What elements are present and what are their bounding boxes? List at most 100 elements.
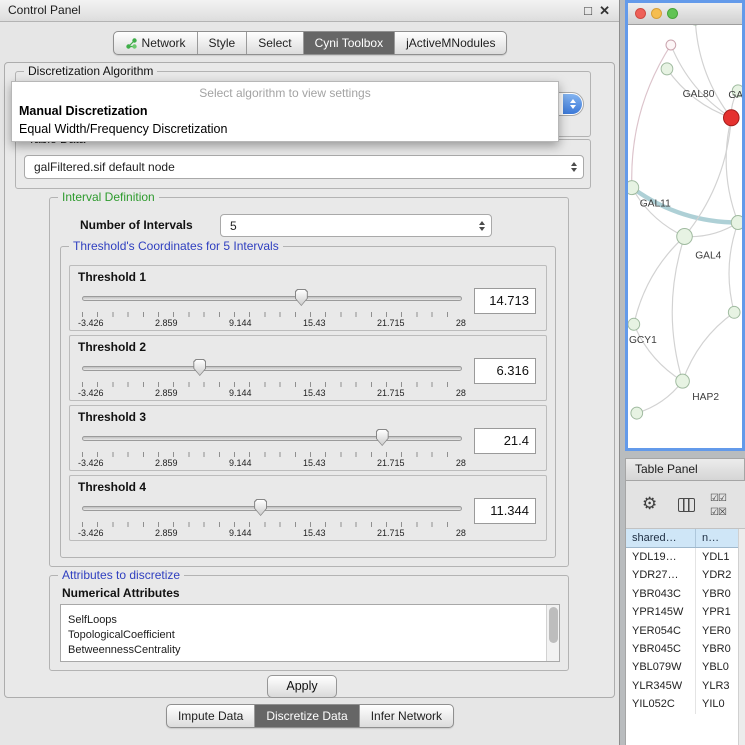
tick-label: 2.859 [155, 528, 178, 538]
threshold-4-slider[interactable]: -3.4262.8599.14415.4321.71528 [82, 498, 462, 540]
tab-style[interactable]: Style [197, 32, 247, 54]
network-canvas[interactable]: GAL80GAGAL11GAL4GCY1HAP2 [628, 25, 742, 448]
slider-thumb[interactable] [193, 359, 206, 376]
table-cell[interactable]: YBR043C [626, 585, 696, 603]
cyni-toolbox-panel: Discretization Algorithm Select algorith… [4, 62, 615, 698]
table-row[interactable]: YBR045CYBR0 [626, 640, 745, 658]
table-row[interactable]: YBR043CYBR0 [626, 585, 745, 603]
threshold-value-field[interactable]: 14.713 [474, 288, 536, 314]
tab-impute-data[interactable]: Impute Data [167, 705, 254, 727]
tab-infer-network[interactable]: Infer Network [359, 705, 453, 727]
network-edge[interactable] [729, 223, 738, 313]
network-node[interactable] [723, 110, 739, 126]
apply-button[interactable]: Apply [267, 675, 337, 698]
network-edge[interactable] [683, 312, 735, 381]
table-row[interactable]: YLR345WYLR3 [626, 677, 745, 695]
deselect-columns-icon[interactable]: ☑☒ [710, 507, 726, 518]
list-scrollbar[interactable] [546, 605, 559, 661]
tick-label: 9.144 [229, 388, 252, 398]
threshold-value-field[interactable]: 11.344 [474, 498, 536, 524]
network-node[interactable] [676, 374, 690, 388]
tick-label: -3.426 [78, 528, 104, 538]
table-cell[interactable]: YBR045C [626, 640, 696, 658]
network-window-titlebar[interactable] [628, 3, 742, 25]
slider-track[interactable] [82, 296, 462, 301]
table-data-select[interactable]: galFiltered.sif default node [24, 155, 584, 179]
table-cell[interactable]: YPR145W [626, 603, 696, 621]
table-panel-header[interactable]: Table Panel [625, 458, 745, 481]
table-row[interactable]: YIL052CYIL0 [626, 695, 745, 713]
tab-discretize-data[interactable]: Discretize Data [254, 705, 358, 727]
tab-jactivemnodules[interactable]: jActiveMNodules [394, 32, 506, 54]
slider-tick-labels: -3.4262.8599.14415.4321.71528 [78, 528, 466, 538]
network-node[interactable] [677, 229, 693, 245]
slider-track[interactable] [82, 366, 462, 371]
network-node[interactable] [666, 40, 676, 50]
close-icon[interactable]: ✕ [599, 0, 610, 21]
tab-network[interactable]: Network [114, 32, 197, 54]
slider-ticks [82, 312, 462, 317]
columns-icon[interactable] [678, 498, 695, 512]
number-of-intervals-label: Number of Intervals [80, 218, 193, 232]
attribute-list-item[interactable]: BetweennessCentrality [61, 643, 559, 658]
tab-cyni-toolbox[interactable]: Cyni Toolbox [303, 32, 394, 54]
table-row[interactable]: YDR27…YDR2 [626, 566, 745, 584]
threshold-2-slider[interactable]: -3.4262.8599.14415.4321.71528 [82, 358, 462, 400]
table-cell[interactable]: YIL052C [626, 695, 696, 713]
dropdown-option-equal-width-frequency[interactable]: Equal Width/Frequency Discretization [12, 120, 558, 138]
dropdown-option-manual-discretization[interactable]: Manual Discretization [12, 102, 558, 120]
gear-icon[interactable]: ⚙ [642, 494, 657, 514]
numerical-attributes-label: Numerical Attributes [62, 586, 180, 600]
column-header-shared-name[interactable]: shared… [626, 529, 696, 547]
network-node[interactable] [628, 318, 640, 330]
threshold-value-field[interactable]: 21.4 [474, 428, 536, 454]
table-cell[interactable]: YDR27… [626, 566, 696, 584]
slider-thumb[interactable] [295, 289, 308, 306]
tab-select[interactable]: Select [246, 32, 302, 54]
threshold-value-field[interactable]: 6.316 [474, 358, 536, 384]
network-edge[interactable] [634, 237, 685, 325]
table-row[interactable]: YER054CYER0 [626, 622, 745, 640]
control-panel-window: Control Panel □ ✕ Network Style Select C… [0, 0, 620, 745]
network-node[interactable] [628, 181, 639, 195]
table-scrollbar[interactable] [738, 529, 745, 745]
threshold-1-panel: Threshold 1 -3.4262.8599.14415.4321.7152… [69, 265, 547, 331]
threshold-label: Threshold 1 [78, 270, 146, 284]
table-cell[interactable]: YBL079W [626, 658, 696, 676]
combo-stepper-icon[interactable] [563, 94, 582, 114]
number-of-intervals-select[interactable]: 5 [220, 214, 492, 237]
slider-track[interactable] [82, 436, 462, 441]
table-cell[interactable]: YLR345W [626, 677, 696, 695]
network-node[interactable] [731, 216, 742, 230]
numerical-attributes-list[interactable]: SelfLoopsTopologicalCoefficientBetweenne… [60, 604, 560, 662]
zoom-traffic-light-icon[interactable] [667, 8, 678, 19]
float-window-icon[interactable]: □ [584, 0, 592, 21]
network-node[interactable] [631, 407, 643, 419]
scrollbar-thumb[interactable] [549, 607, 558, 643]
select-all-columns-icon[interactable]: ☑☑ [710, 493, 726, 504]
slider-thumb[interactable] [376, 429, 389, 446]
network-node-label: GAL80 [683, 89, 715, 100]
threshold-3-slider[interactable]: -3.4262.8599.14415.4321.71528 [82, 428, 462, 470]
table-cell[interactable]: YER054C [626, 622, 696, 640]
table-row[interactable]: YBL079WYBL0 [626, 658, 745, 676]
network-edge[interactable] [637, 381, 683, 413]
attribute-list-item[interactable]: TopologicalCoefficient [61, 628, 559, 643]
interval-definition-group: Interval Definition Number of Intervals … [49, 197, 569, 567]
minimize-traffic-light-icon[interactable] [651, 8, 662, 19]
network-node[interactable] [728, 306, 740, 318]
close-traffic-light-icon[interactable] [635, 8, 646, 19]
slider-thumb[interactable] [254, 499, 267, 516]
network-edge[interactable] [726, 118, 738, 223]
table-row[interactable]: YPR145WYPR1 [626, 603, 745, 621]
attribute-list-item[interactable]: SelfLoops [61, 613, 559, 628]
table-row[interactable]: YDL19…YDL1 [626, 548, 745, 566]
network-edge[interactable] [672, 237, 684, 382]
group-title: Interval Definition [58, 190, 159, 204]
slider-track[interactable] [82, 506, 462, 511]
threshold-1-slider[interactable]: -3.4262.8599.14415.4321.71528 [82, 288, 462, 330]
table-panel: ⚙ ☑☑ ☑☒ shared… n… YDL19…YDL1YDR27…YDR2Y… [625, 481, 745, 745]
table-cell[interactable]: YDL19… [626, 548, 696, 566]
dropdown-prompt-item[interactable]: Select algorithm to view settings [12, 82, 558, 102]
network-node[interactable] [661, 63, 673, 75]
